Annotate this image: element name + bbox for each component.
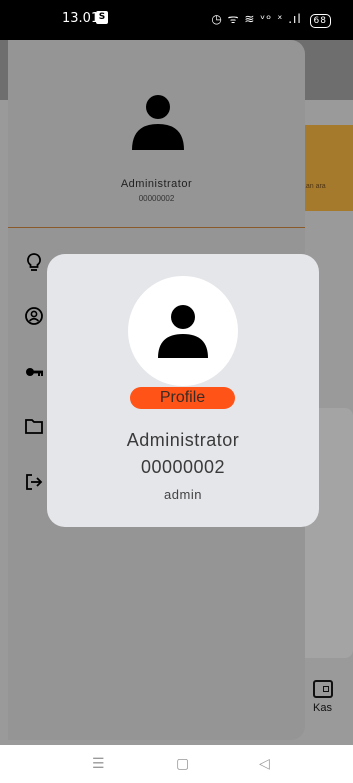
system-nav-bar: ☰ ▢ ◁ bbox=[0, 745, 353, 783]
profile-tag: Profile bbox=[130, 387, 235, 409]
battery-icon: 68 bbox=[309, 14, 331, 28]
profile-dialog: Profile Administrator 00000002 admin bbox=[47, 254, 319, 527]
drawer-user-id: 00000002 bbox=[138, 194, 175, 203]
profile-name: Administrator bbox=[126, 430, 240, 450]
drawer-avatar-icon[interactable] bbox=[130, 92, 186, 152]
logout-icon[interactable] bbox=[24, 472, 48, 496]
wallet-icon bbox=[312, 680, 333, 698]
nav-kas-label: Kas bbox=[313, 702, 332, 714]
recent-apps-icon[interactable]: ☰ bbox=[92, 755, 105, 772]
status-icons: ◷ ᯤ ≋ ᵛᵒ ˣ .ıl 68 bbox=[211, 10, 331, 28]
back-icon[interactable]: ◁ bbox=[259, 755, 270, 772]
lightbulb-icon[interactable] bbox=[24, 252, 48, 276]
person-icon bbox=[158, 305, 208, 358]
home-icon[interactable]: ▢ bbox=[176, 755, 189, 772]
sim-badge-icon: S bbox=[96, 11, 108, 24]
status-bar: 13.01 S ◷ ᯤ ≋ ᵛᵒ ˣ .ıl 68 bbox=[0, 0, 353, 40]
account-circle-icon[interactable] bbox=[24, 306, 48, 330]
drawer-user-name: Administrator bbox=[120, 178, 193, 190]
profile-role: admin bbox=[164, 487, 202, 502]
folder-icon[interactable] bbox=[24, 416, 48, 440]
profile-photo[interactable] bbox=[128, 276, 238, 386]
status-time: 13.01 bbox=[62, 11, 100, 26]
drawer-divider bbox=[8, 227, 305, 228]
profile-id: 00000002 bbox=[140, 457, 226, 477]
nav-kas-button[interactable]: Kas bbox=[300, 680, 345, 714]
status-icons-text: ◷ ᯤ ≋ ᵛᵒ ˣ .ıl bbox=[211, 12, 302, 26]
key-icon[interactable] bbox=[24, 362, 48, 386]
